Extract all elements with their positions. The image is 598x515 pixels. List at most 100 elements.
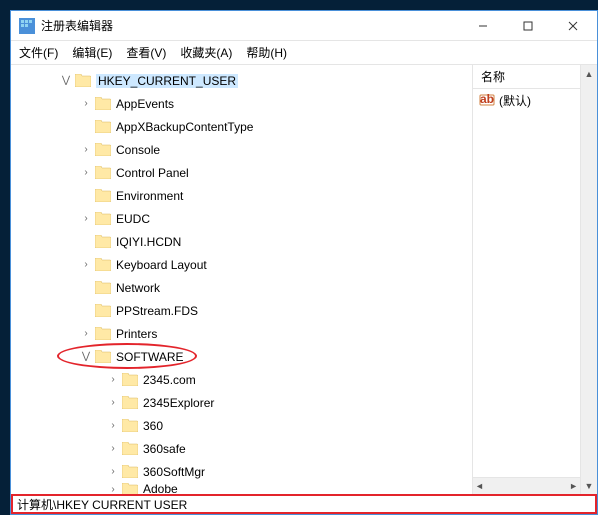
tree-item-2345com[interactable]: › 2345.com: [11, 368, 472, 391]
expander-icon[interactable]: ›: [106, 465, 120, 479]
expander-icon[interactable]: ›: [106, 396, 120, 410]
tree-item-controlpanel[interactable]: › Control Panel: [11, 161, 472, 184]
menu-edit[interactable]: 编辑(E): [72, 44, 112, 61]
close-button[interactable]: [550, 12, 595, 40]
tree-label: Adobe: [143, 482, 178, 494]
folder-icon: [122, 442, 138, 455]
expander-icon[interactable]: ›: [79, 143, 93, 157]
tree-item-eudc[interactable]: › EUDC: [11, 207, 472, 230]
expander-icon[interactable]: [79, 120, 93, 134]
tree-item-iqiyihcdn[interactable]: IQIYI.HCDN: [11, 230, 472, 253]
expander-icon[interactable]: [79, 281, 93, 295]
menu-help[interactable]: 帮助(H): [246, 44, 287, 61]
column-name-label: 名称: [481, 68, 505, 85]
expander-icon[interactable]: ›: [79, 97, 93, 111]
statusbar-path: 计算机\HKEY CURRENT USER: [17, 496, 187, 513]
list-vscroll[interactable]: ▲ ▼: [580, 65, 597, 494]
expander-icon[interactable]: ›: [106, 442, 120, 456]
list-panel: 名称 ab (默认) ◄►: [472, 65, 580, 494]
scroll-down-button[interactable]: ▼: [581, 477, 597, 494]
folder-icon: [95, 143, 111, 156]
app-icon: [19, 18, 35, 34]
list-header-name[interactable]: 名称: [473, 65, 580, 89]
tree-label: Keyboard Layout: [116, 258, 207, 272]
tree-label: 2345.com: [143, 373, 196, 387]
tree-label: 360SoftMgr: [143, 465, 205, 479]
statusbar: 计算机\HKEY CURRENT USER: [11, 494, 597, 514]
expander-icon[interactable]: ⋁: [79, 350, 93, 364]
folder-icon: [75, 74, 91, 87]
tree-label: IQIYI.HCDN: [116, 235, 181, 249]
folder-icon: [122, 465, 138, 478]
expander-icon[interactable]: [79, 304, 93, 318]
folder-icon: [95, 97, 111, 110]
list-hscroll[interactable]: ◄►: [473, 477, 580, 494]
expander-icon[interactable]: [79, 189, 93, 203]
menu-favorites[interactable]: 收藏夹(A): [180, 44, 232, 61]
folder-icon: [95, 235, 111, 248]
scroll-up-button[interactable]: ▲: [581, 65, 597, 82]
expander-icon[interactable]: ›: [79, 327, 93, 341]
tree-item-console[interactable]: › Console: [11, 138, 472, 161]
expander-icon[interactable]: ⋁: [59, 74, 73, 88]
menu-view[interactable]: 查看(V): [126, 44, 166, 61]
tree-item-keyboardlayout[interactable]: › Keyboard Layout: [11, 253, 472, 276]
tree-item-appevents[interactable]: › AppEvents: [11, 92, 472, 115]
tree-item-software[interactable]: ⋁ SOFTWARE: [11, 345, 472, 368]
tree-label: 360safe: [143, 442, 186, 456]
menu-file[interactable]: 文件(F): [19, 44, 58, 61]
list-body[interactable]: ab (默认): [473, 89, 580, 477]
tree-item-360safe[interactable]: › 360safe: [11, 437, 472, 460]
titlebar: 注册表编辑器: [11, 11, 597, 41]
menubar: 文件(F) 编辑(E) 查看(V) 收藏夹(A) 帮助(H): [11, 41, 597, 65]
tree-item-360softmgr[interactable]: › 360SoftMgr: [11, 460, 472, 483]
tree-item-appxbackupcontenttype[interactable]: AppXBackupContentType: [11, 115, 472, 138]
folder-icon: [95, 189, 111, 202]
tree-item-360[interactable]: ›360: [11, 414, 472, 437]
tree-item-environment[interactable]: Environment: [11, 184, 472, 207]
list-row-default[interactable]: ab (默认): [473, 89, 580, 111]
expander-icon[interactable]: ›: [106, 373, 120, 387]
window-controls: [460, 12, 595, 40]
folder-icon: [122, 396, 138, 409]
list-row-label: (默认): [499, 92, 531, 109]
tree-item-printers[interactable]: › Printers: [11, 322, 472, 345]
tree-label: Control Panel: [116, 166, 189, 180]
tree-item-adobe[interactable]: › Adobe: [11, 483, 472, 494]
minimize-button[interactable]: [460, 12, 505, 40]
folder-icon: [95, 212, 111, 225]
expander-icon[interactable]: [79, 235, 93, 249]
regedit-window: 注册表编辑器 文件(F) 编辑(E) 查看(V) 收藏夹(A) 帮助(H) ⋁H…: [10, 10, 598, 515]
folder-icon: [95, 166, 111, 179]
tree-item-ppstreamfds[interactable]: PPStream.FDS: [11, 299, 472, 322]
content-area: ⋁HKEY_CURRENT_USER › AppEvents AppXBackupCo…: [11, 65, 597, 494]
window-title: 注册表编辑器: [41, 17, 460, 34]
tree-label: EUDC: [116, 212, 150, 226]
expander-icon[interactable]: ›: [106, 482, 120, 494]
tree-label: 2345Explorer: [143, 396, 214, 410]
folder-icon: [95, 304, 111, 317]
folder-icon: [95, 350, 111, 363]
folder-icon: [95, 258, 111, 271]
folder-icon: [95, 327, 111, 340]
tree-item-2345explorer[interactable]: › 2345Explorer: [11, 391, 472, 414]
tree-panel[interactable]: ⋁HKEY_CURRENT_USER › AppEvents AppXBackupCo…: [11, 65, 472, 494]
folder-icon: [122, 483, 138, 495]
expander-icon[interactable]: ›: [79, 166, 93, 180]
tree-label: Console: [116, 143, 160, 157]
tree-item-hkeycurrentuser[interactable]: ⋁HKEY_CURRENT_USER: [11, 69, 472, 92]
folder-icon: [122, 373, 138, 386]
folder-icon: [122, 419, 138, 432]
string-value-icon: ab: [479, 92, 495, 108]
expander-icon[interactable]: ›: [79, 212, 93, 226]
maximize-button[interactable]: [505, 12, 550, 40]
svg-text:ab: ab: [480, 92, 494, 106]
folder-icon: [95, 281, 111, 294]
expander-icon[interactable]: ›: [106, 419, 120, 433]
tree-label: Printers: [116, 327, 157, 341]
tree-label: SOFTWARE: [116, 350, 184, 364]
tree-label: AppEvents: [116, 97, 174, 111]
expander-icon[interactable]: ›: [79, 258, 93, 272]
tree-label: PPStream.FDS: [116, 304, 198, 318]
tree-item-network[interactable]: Network: [11, 276, 472, 299]
